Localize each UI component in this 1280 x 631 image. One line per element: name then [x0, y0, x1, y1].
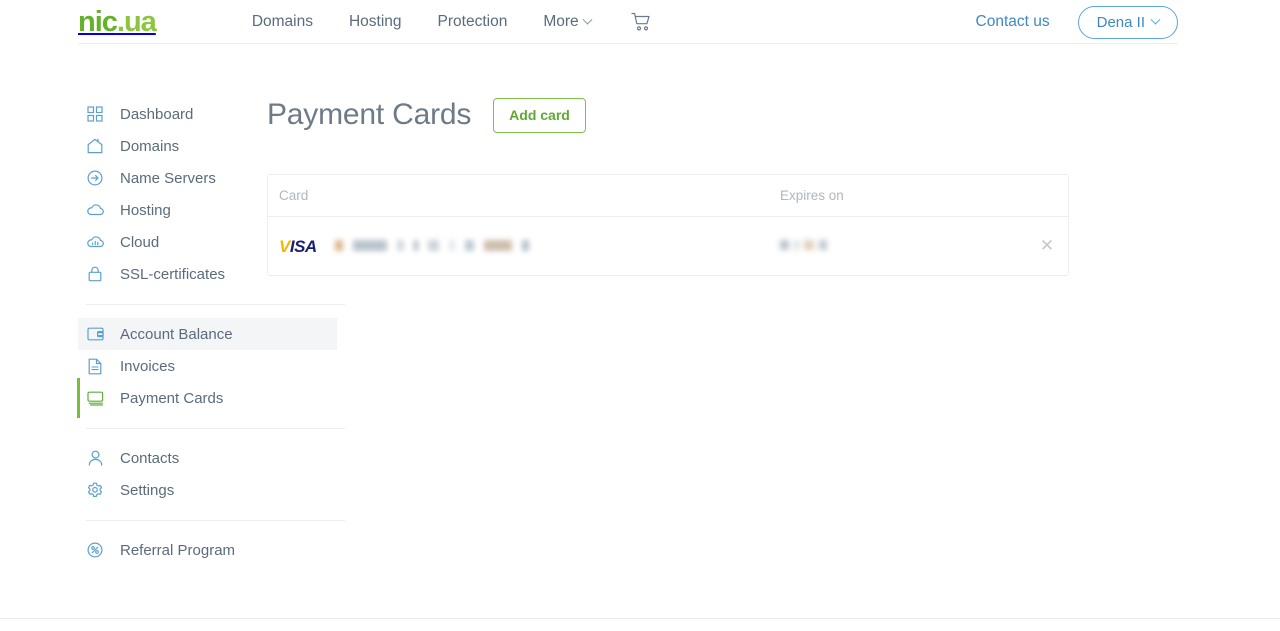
footer-divider — [0, 618, 1280, 619]
sidebar-item-label: Name Servers — [120, 169, 216, 187]
main-navigation: Domains Hosting Protection More — [234, 12, 652, 32]
cloud-icon — [86, 201, 104, 219]
contact-us-link[interactable]: Contact us — [976, 13, 1050, 31]
cell-expires-on — [780, 237, 1026, 255]
close-icon[interactable]: ✕ — [1040, 237, 1054, 254]
main-content: Payment Cards Add card Card Expires on V… — [267, 98, 1280, 566]
visa-brand-logo: V ISA — [279, 237, 317, 257]
sidebar-item-label: Dashboard — [120, 105, 194, 123]
sidebar: Dashboard Domains Name Servers Hosting C… — [0, 98, 345, 566]
arrow-circle-icon — [86, 169, 104, 187]
sidebar-item-label: Hosting — [120, 201, 171, 219]
chevron-down-icon — [582, 14, 593, 25]
nav-label: Domains — [251, 13, 313, 30]
house-icon — [86, 137, 104, 155]
cards-stack-icon — [86, 389, 104, 407]
sidebar-item-settings[interactable]: Settings — [78, 474, 267, 506]
sidebar-item-label: Invoices — [120, 357, 176, 375]
cell-actions: ✕ — [1026, 237, 1068, 254]
sidebar-item-ssl-certificates[interactable]: SSL-certificates — [78, 258, 267, 290]
site-header: nic.ua Domains Hosting Protection More C… — [0, 0, 1280, 44]
sidebar-item-label: Account Balance — [120, 325, 233, 343]
site-logo[interactable]: nic.ua — [78, 5, 157, 38]
card-number-redacted — [335, 239, 530, 251]
sidebar-group-account: Contacts Settings — [78, 442, 267, 506]
table-header-row: Card Expires on — [268, 175, 1068, 217]
sidebar-item-contacts[interactable]: Contacts — [78, 442, 267, 474]
expiry-date-redacted — [780, 239, 827, 250]
nav-item-domains[interactable]: Domains — [234, 13, 331, 31]
nav-item-hosting[interactable]: Hosting — [331, 13, 420, 31]
column-header-expires-on: Expires on — [780, 187, 844, 203]
page-body: Dashboard Domains Name Servers Hosting C… — [0, 44, 1280, 566]
sidebar-item-domains[interactable]: Domains — [78, 130, 267, 162]
table-row: V ISA ✕ — [268, 217, 1068, 275]
sidebar-group-services: Dashboard Domains Name Servers Hosting C… — [78, 98, 267, 290]
sidebar-item-name-servers[interactable]: Name Servers — [78, 162, 267, 194]
visa-mark-v: V — [279, 236, 290, 256]
page-header: Payment Cards Add card — [267, 98, 1178, 133]
lock-icon — [86, 265, 104, 283]
sidebar-item-label: Contacts — [120, 449, 180, 467]
chevron-down-icon — [1150, 14, 1161, 25]
logo-text-dot: . — [116, 5, 125, 38]
sidebar-item-label: Domains — [120, 137, 180, 155]
shopping-cart-icon — [631, 12, 650, 31]
grid-icon — [86, 105, 104, 123]
page-title: Payment Cards — [267, 98, 472, 132]
header-divider — [78, 43, 1178, 44]
sidebar-item-invoices[interactable]: Invoices — [78, 350, 267, 382]
sidebar-item-hosting[interactable]: Hosting — [78, 194, 267, 226]
sidebar-item-payment-cards[interactable]: Payment Cards — [77, 378, 267, 418]
sidebar-item-referral-program[interactable]: Referral Program — [78, 534, 267, 566]
nav-item-protection[interactable]: Protection — [420, 13, 526, 31]
sidebar-group-referral: Referral Program — [78, 534, 267, 566]
sidebar-item-cloud[interactable]: Cloud — [78, 226, 267, 258]
sidebar-item-label: Referral Program — [120, 541, 236, 559]
nav-label: More — [543, 13, 579, 30]
column-header-card: Card — [279, 187, 309, 203]
sidebar-item-label: Payment Cards — [120, 389, 224, 407]
logo-text-ua: ua — [123, 5, 157, 38]
user-account-button[interactable]: Dena II — [1077, 5, 1178, 39]
sidebar-item-label: Cloud — [120, 233, 160, 251]
balance-card-icon — [86, 325, 104, 343]
user-account-label: Dena II — [1096, 13, 1145, 31]
sidebar-group-billing: Account Balance Invoices Payment Cards — [77, 318, 337, 418]
nav-label: Protection — [437, 13, 508, 30]
add-card-button[interactable]: Add card — [493, 98, 586, 133]
shopping-cart-button[interactable] — [631, 12, 652, 32]
visa-mark-rest: ISA — [289, 236, 317, 256]
gear-icon — [86, 481, 104, 499]
document-icon — [86, 357, 104, 375]
cell-card: V ISA — [268, 236, 780, 256]
payment-cards-table: Card Expires on V ISA ✕ — [267, 173, 1069, 276]
person-icon — [86, 449, 104, 467]
sidebar-item-label: SSL-certificates — [120, 265, 226, 283]
sidebar-item-dashboard[interactable]: Dashboard — [78, 98, 267, 130]
cloud-chart-icon — [86, 233, 104, 251]
header-right-actions: Contact us Dena II — [976, 5, 1178, 39]
logo-text-nic: nic — [78, 5, 118, 38]
nav-item-more[interactable]: More — [525, 13, 608, 31]
nav-label: Hosting — [348, 13, 402, 30]
sidebar-item-account-balance[interactable]: Account Balance — [78, 318, 337, 350]
percent-circle-icon — [86, 541, 104, 559]
sidebar-item-label: Settings — [120, 481, 175, 499]
